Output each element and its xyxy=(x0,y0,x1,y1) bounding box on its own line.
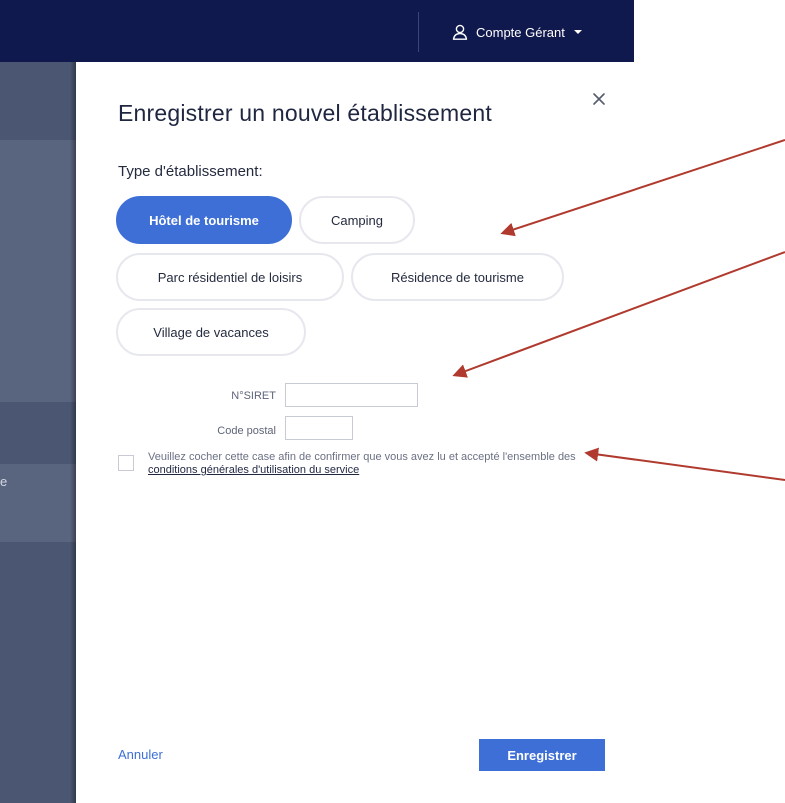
account-label: Compte Gérant xyxy=(476,24,565,40)
type-residence-de-tourisme[interactable]: Résidence de tourisme xyxy=(351,253,564,301)
sidebar-band-active xyxy=(0,464,76,542)
type-camping[interactable]: Camping xyxy=(299,196,415,244)
account-menu[interactable]: Compte Gérant xyxy=(452,22,583,42)
terms-consent-text: Veuillez cocher cette case afin de confi… xyxy=(148,451,588,477)
siret-label: N°SIRET xyxy=(231,390,276,402)
top-navigation-bar: Compte Gérant xyxy=(0,0,634,62)
cancel-button[interactable]: Annuler xyxy=(118,747,163,762)
caret-down-icon xyxy=(573,29,583,35)
sidebar-overlay: e xyxy=(0,62,76,803)
new-establishment-modal: Enregistrer un nouvel établissement Type… xyxy=(76,62,634,803)
terms-link[interactable]: conditions générales d'utilisation du se… xyxy=(148,464,359,476)
save-button[interactable]: Enregistrer xyxy=(479,739,605,771)
sidebar-band xyxy=(0,140,76,402)
type-hotel-de-tourisme[interactable]: Hôtel de tourisme xyxy=(116,196,292,244)
postal-code-label: Code postal xyxy=(217,425,276,437)
user-icon xyxy=(452,24,468,40)
sidebar-text-fragment: e xyxy=(0,474,8,489)
type-village-de-vacances[interactable]: Village de vacances xyxy=(116,308,306,356)
close-icon[interactable] xyxy=(591,91,607,107)
postal-code-input[interactable] xyxy=(285,416,353,440)
establishment-type-label: Type d'établissement: xyxy=(118,163,263,180)
screen: Compte Gérant e Enregistrer un nouvel ét… xyxy=(0,0,785,803)
type-parc-residentiel-de-loisirs[interactable]: Parc résidentiel de loisirs xyxy=(116,253,344,301)
terms-checkbox[interactable] xyxy=(118,455,134,471)
terms-consent-label: Veuillez cocher cette case afin de confi… xyxy=(148,451,576,463)
siret-input[interactable] xyxy=(285,383,418,407)
modal-title: Enregistrer un nouvel établissement xyxy=(118,100,492,126)
topbar-divider xyxy=(418,12,419,52)
